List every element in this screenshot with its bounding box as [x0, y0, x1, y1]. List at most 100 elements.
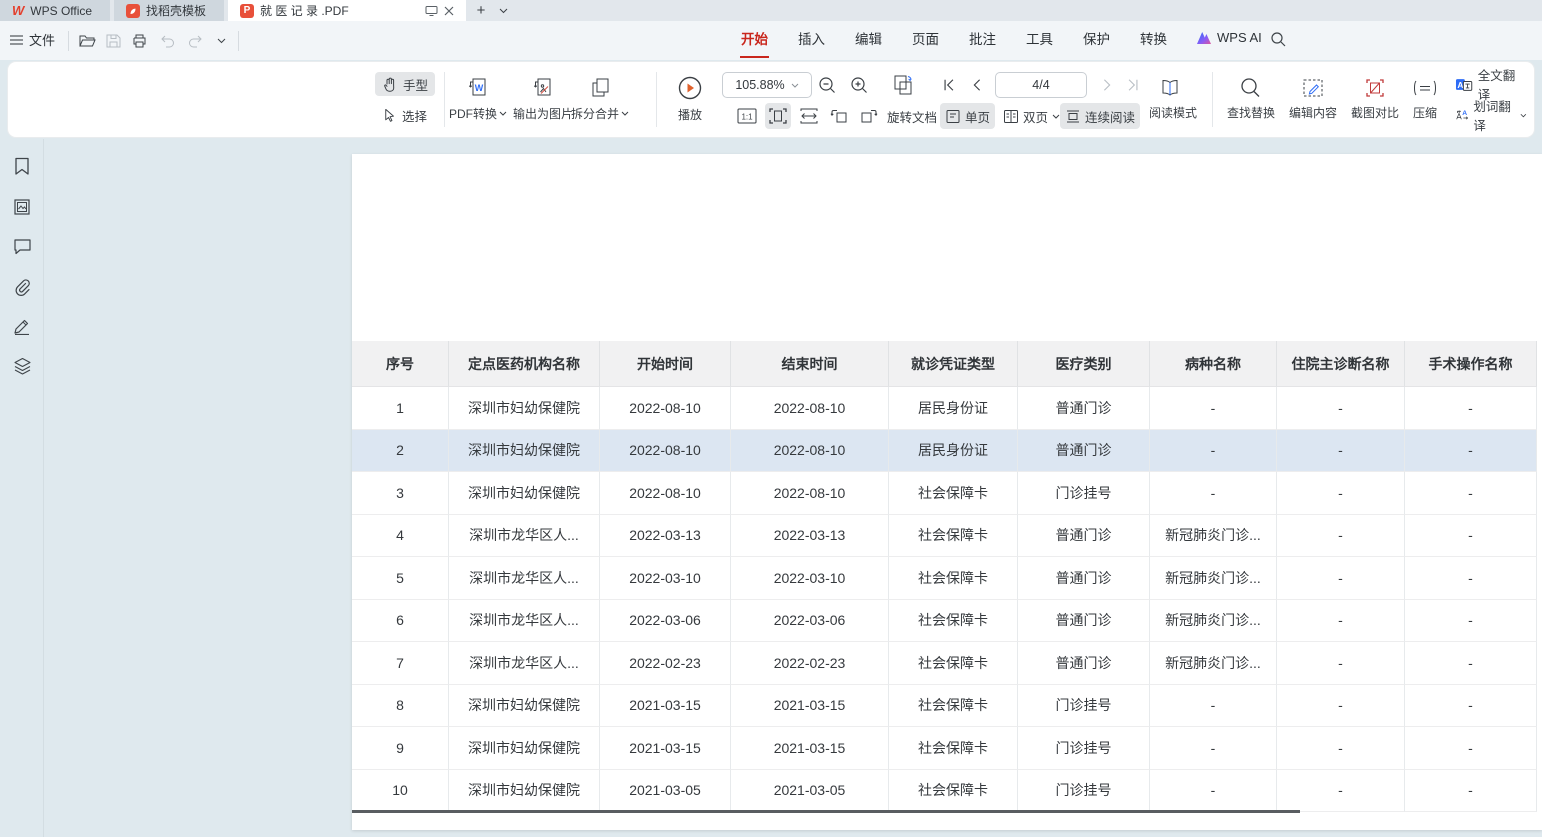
chevron-down-icon	[1520, 113, 1527, 118]
bookmark-icon	[13, 157, 31, 181]
word-translate-button[interactable]: A 划词翻译	[1448, 103, 1534, 127]
table-cell: 2022-03-13	[731, 515, 889, 558]
page-number-value: 4/4	[1032, 78, 1049, 92]
tab-medical-record-pdf[interactable]: P 就 医 记 录 .PDF	[228, 0, 466, 21]
compress-label: 压缩	[1413, 104, 1437, 121]
wps-ai-button[interactable]: WPS AI	[1196, 30, 1262, 45]
comment-icon	[13, 238, 32, 260]
table-cell: 门诊挂号	[1018, 727, 1150, 770]
menu-item-2[interactable]: 编辑	[840, 21, 897, 60]
rotate-left-button[interactable]	[826, 103, 852, 129]
continuous-read-icon	[1065, 109, 1081, 124]
table-cell: 深圳市妇幼保健院	[449, 770, 600, 813]
menu-item-7[interactable]: 转换	[1125, 21, 1182, 60]
page-number-input[interactable]: 4/4	[995, 72, 1087, 98]
sidebar-comment-button[interactable]	[12, 239, 32, 259]
undo-button[interactable]	[156, 31, 178, 51]
table-cell: 居民身份证	[889, 387, 1018, 430]
tab-list-chevron-icon[interactable]	[492, 0, 514, 21]
select-tool-button[interactable]: 选择	[375, 103, 434, 127]
menu-item-1[interactable]: 插入	[783, 21, 840, 60]
table-cell: -	[1405, 600, 1537, 643]
table-cell: 社会保障卡	[889, 472, 1018, 515]
svg-text:A: A	[1462, 110, 1467, 117]
screenshot-compare-label: 截图对比	[1351, 104, 1399, 121]
sidebar-attachment-button[interactable]	[12, 279, 32, 299]
screen-share-icon[interactable]	[425, 5, 438, 17]
fit-page-button[interactable]	[765, 103, 791, 129]
previous-page-button[interactable]	[964, 72, 990, 98]
edit-content-button[interactable]: 编辑内容	[1282, 69, 1344, 129]
actual-size-button[interactable]: 1:1	[734, 103, 760, 129]
zoom-out-button[interactable]	[814, 72, 840, 98]
open-file-button[interactable]	[76, 31, 98, 51]
sidebar-signature-button[interactable]	[12, 318, 32, 338]
table-cell: 3	[352, 472, 449, 515]
double-page-button[interactable]: 双页	[998, 103, 1065, 129]
table-cell: 深圳市妇幼保健院	[449, 430, 600, 473]
tab-docer-templates[interactable]: 找稻壳模板	[114, 0, 224, 21]
rotate-doc-label[interactable]: 旋转文档	[882, 103, 942, 129]
header-cell: 开始时间	[600, 341, 731, 387]
save-button[interactable]	[102, 31, 124, 51]
zoom-level-select[interactable]: 105.88%	[722, 72, 812, 98]
table-cell: 2021-03-15	[731, 685, 889, 728]
file-menu-button[interactable]: 文件	[10, 30, 55, 49]
pdf-convert-button[interactable]: W PDF转换	[443, 69, 513, 129]
hand-icon	[382, 76, 398, 92]
compress-button[interactable]: 压缩	[1404, 69, 1446, 129]
sidebar-layers-button[interactable]	[12, 358, 32, 378]
continuous-read-button[interactable]: 连续阅读	[1060, 103, 1140, 129]
new-tab-button[interactable]: +	[470, 0, 492, 21]
sidebar-bookmark-button[interactable]	[12, 159, 32, 179]
table-cell: 2021-03-05	[600, 770, 731, 813]
table-cell: 2	[352, 430, 449, 473]
print-button[interactable]	[128, 31, 150, 51]
header-cell: 病种名称	[1150, 341, 1277, 387]
table-cell: -	[1277, 515, 1405, 558]
pdf-page: 序号定点医药机构名称开始时间结束时间就诊凭证类型医疗类别病种名称住院主诊断名称手…	[352, 154, 1542, 830]
quick-access-chevron-icon[interactable]	[210, 31, 232, 51]
rotate-pages-button[interactable]	[886, 72, 920, 98]
find-replace-label: 查找替换	[1227, 104, 1275, 121]
zoom-in-button[interactable]	[846, 72, 872, 98]
table-cell: -	[1277, 685, 1405, 728]
screenshot-compare-button[interactable]: 截图对比	[1344, 69, 1406, 129]
menu-item-4[interactable]: 批注	[954, 21, 1011, 60]
split-merge-label: 拆分合并	[571, 105, 619, 122]
full-translate-button[interactable]: A 全文翻译	[1448, 72, 1534, 96]
redo-button[interactable]	[184, 31, 206, 51]
find-replace-button[interactable]: 查找替换	[1220, 69, 1282, 129]
next-page-button[interactable]	[1094, 72, 1120, 98]
menu-item-3[interactable]: 页面	[897, 21, 954, 60]
table-cell: 深圳市龙华区人...	[449, 557, 600, 600]
table-cell: 普通门诊	[1018, 387, 1150, 430]
tab-wps-office[interactable]: W WPS Office	[0, 0, 110, 21]
fit-width-button[interactable]	[796, 103, 822, 129]
menu-item-5[interactable]: 工具	[1011, 21, 1068, 60]
read-mode-button[interactable]: 阅读模式	[1142, 69, 1204, 129]
split-merge-button[interactable]: 拆分合并	[564, 69, 636, 129]
menu-item-0[interactable]: 开始	[726, 21, 783, 60]
ribbon-toolbar: 手型 选择 W PDF转换 输出为图片 拆分合并 播放 105.88%	[8, 62, 1534, 137]
table-row: 3深圳市妇幼保健院2022-08-102022-08-10社会保障卡门诊挂号--…	[352, 472, 1537, 515]
rotate-right-button[interactable]	[856, 103, 882, 129]
pdf-convert-label: PDF转换	[449, 105, 497, 122]
play-button[interactable]: 播放	[668, 69, 712, 129]
close-tab-icon[interactable]	[444, 6, 454, 16]
first-page-button[interactable]	[936, 72, 962, 98]
table-cell: -	[1405, 557, 1537, 600]
sidebar-thumbnails-button[interactable]	[12, 199, 32, 219]
menu-item-6[interactable]: 保护	[1068, 21, 1125, 60]
table-cell: 7	[352, 642, 449, 685]
table-cell: 2022-03-10	[731, 557, 889, 600]
table-cell: 2022-02-23	[731, 642, 889, 685]
hand-tool-button[interactable]: 手型	[375, 72, 435, 96]
table-cell: 普通门诊	[1018, 430, 1150, 473]
menu-search-icon[interactable]	[1270, 31, 1286, 52]
table-cell: 2021-03-05	[731, 770, 889, 813]
single-page-button[interactable]: 单页	[940, 103, 995, 129]
table-cell: -	[1277, 600, 1405, 643]
table-cell: 普通门诊	[1018, 557, 1150, 600]
document-viewport[interactable]: 序号定点医药机构名称开始时间结束时间就诊凭证类型医疗类别病种名称住院主诊断名称手…	[45, 139, 1542, 837]
